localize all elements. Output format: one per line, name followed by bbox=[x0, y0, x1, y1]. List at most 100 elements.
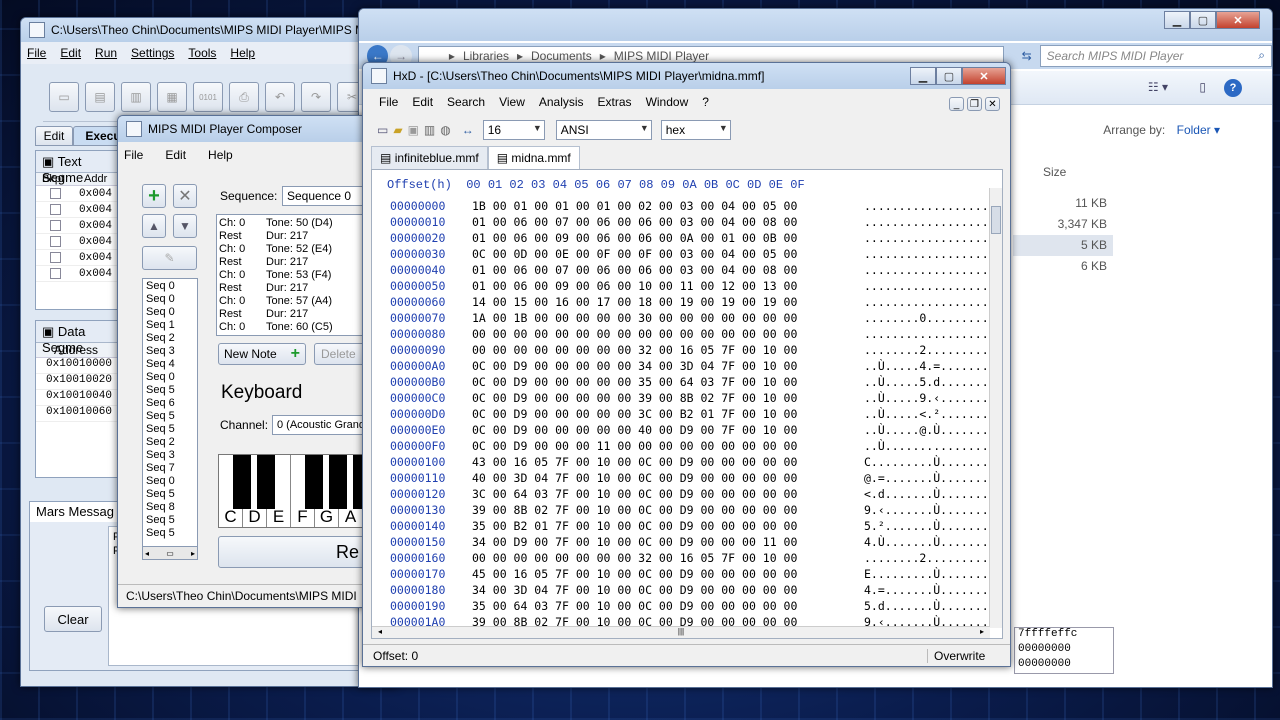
list-item[interactable]: Seq 1 bbox=[146, 319, 194, 332]
list-item[interactable]: Seq 5 bbox=[146, 423, 194, 436]
hxd-menu-help[interactable]: ? bbox=[702, 95, 709, 109]
new-file-icon[interactable]: ▭ bbox=[49, 82, 79, 112]
list-item[interactable]: Seq 7 bbox=[146, 462, 194, 475]
hxd-maximize-icon[interactable]: ▢ bbox=[936, 67, 962, 85]
print-icon[interactable]: ⎙ bbox=[229, 82, 259, 112]
clear-button[interactable]: Clear bbox=[44, 606, 102, 632]
minimize-icon[interactable]: ▁ bbox=[1164, 11, 1190, 29]
ram-icon[interactable]: ▥ bbox=[424, 123, 435, 137]
crumb-mips-midi-player[interactable]: MIPS MIDI Player bbox=[614, 49, 709, 63]
move-up-icon[interactable]: ▲ bbox=[142, 214, 166, 238]
list-item[interactable]: Seq 0 bbox=[146, 475, 194, 488]
charset-select[interactable]: ANSI bbox=[555, 120, 652, 140]
breakpoint-checkbox[interactable] bbox=[50, 220, 61, 231]
save-icon[interactable]: ▦ bbox=[157, 82, 187, 112]
maximize-icon[interactable]: ▢ bbox=[1190, 11, 1216, 29]
list-item[interactable]: Seq 4 bbox=[146, 358, 194, 371]
redo-icon[interactable]: ↷ bbox=[301, 82, 331, 112]
messages-tab[interactable]: Mars Messag bbox=[30, 502, 122, 522]
list-item[interactable]: Ch: 0 Tone: 57 (A4) bbox=[219, 295, 366, 308]
hxd-menu-search[interactable]: Search bbox=[447, 95, 485, 109]
note-list[interactable]: Ch: 0 Tone: 50 (D4) Rest Dur: 217 Ch: 0 Tone:… bbox=[216, 214, 366, 336]
save-icon[interactable]: ▣ bbox=[408, 123, 419, 137]
list-item[interactable]: Rest Dur: 217 bbox=[219, 308, 366, 321]
list-item[interactable]: Rest Dur: 217 bbox=[219, 282, 366, 295]
refresh-icon[interactable]: ⇆ bbox=[1022, 49, 1032, 63]
preview-pane-icon[interactable]: ▯ bbox=[1199, 80, 1206, 94]
composer-menu-file[interactable]: File bbox=[124, 148, 143, 162]
crumb-documents[interactable]: Documents bbox=[531, 49, 592, 63]
mdi-close-icon[interactable]: ✕ bbox=[985, 97, 1000, 111]
hxd-menu-view[interactable]: View bbox=[499, 95, 525, 109]
mars-menu-run[interactable]: Run bbox=[95, 46, 117, 60]
assemble-icon[interactable]: 0101 bbox=[193, 82, 223, 112]
hxd-menu-extras[interactable]: Extras bbox=[598, 95, 632, 109]
piano-black-key[interactable] bbox=[257, 455, 275, 509]
list-item[interactable]: Seq 5 bbox=[146, 514, 194, 527]
new-note-button[interactable]: New Note + bbox=[218, 343, 306, 365]
hxd-minimize-icon[interactable]: ▁ bbox=[910, 67, 936, 85]
mars-menu-help[interactable]: Help bbox=[230, 46, 255, 60]
hxd-menu-window[interactable]: Window bbox=[646, 95, 689, 109]
close-file-icon[interactable]: ▥ bbox=[121, 82, 151, 112]
tab-edit[interactable]: Edit bbox=[35, 126, 73, 146]
size-column-header[interactable]: Size bbox=[1043, 165, 1066, 179]
mdi-minimize-icon[interactable]: _ bbox=[949, 97, 964, 111]
list-item[interactable]: Seq 2 bbox=[146, 332, 194, 345]
list-item[interactable]: Seq 8 bbox=[146, 501, 194, 514]
piano-black-key[interactable] bbox=[329, 455, 347, 509]
help-icon[interactable]: ? bbox=[1224, 79, 1242, 97]
hxd-menu-edit[interactable]: Edit bbox=[412, 95, 433, 109]
hxd-menu-analysis[interactable]: Analysis bbox=[539, 95, 584, 109]
piano-black-key[interactable] bbox=[305, 455, 323, 509]
breakpoint-checkbox[interactable] bbox=[50, 268, 61, 279]
list-item[interactable]: Seq 0 bbox=[146, 293, 194, 306]
hex-editor[interactable]: Offset(h) 00 01 02 03 04 05 06 07 08 09 … bbox=[371, 169, 1003, 639]
mars-menu-edit[interactable]: Edit bbox=[60, 46, 81, 60]
hex-hscroll[interactable]: ◂ ||| ▸ bbox=[372, 626, 990, 638]
list-item[interactable]: Ch: 0 Tone: 60 (C5) bbox=[219, 321, 366, 334]
list-item[interactable]: Rest Dur: 217 bbox=[219, 256, 366, 269]
breakpoint-checkbox[interactable] bbox=[50, 204, 61, 215]
mars-menu-tools[interactable]: Tools bbox=[188, 46, 216, 60]
breakpoint-checkbox[interactable] bbox=[50, 236, 61, 247]
offset-base-select[interactable]: hex bbox=[660, 120, 731, 140]
piano-black-key[interactable] bbox=[233, 455, 251, 509]
list-item[interactable]: Seq 2 bbox=[146, 436, 194, 449]
breakpoint-checkbox[interactable] bbox=[50, 252, 61, 263]
list-item[interactable]: Seq 5 bbox=[146, 488, 194, 501]
sequence-select[interactable]: Sequence 0 bbox=[282, 186, 366, 206]
remove-sequence-icon[interactable]: ✕ bbox=[173, 184, 197, 208]
disk-icon[interactable]: ◍ bbox=[440, 123, 450, 137]
list-item[interactable]: Seq 0 bbox=[146, 306, 194, 319]
list-item[interactable]: Seq 0 bbox=[146, 280, 194, 293]
delete-note-button[interactable]: Delete bbox=[314, 343, 366, 365]
open-file-icon[interactable]: ▤ bbox=[85, 82, 115, 112]
list-item[interactable]: Seq 5 bbox=[146, 384, 194, 397]
edit-pencil-icon[interactable]: ✎ bbox=[142, 246, 197, 270]
arrange-folder-dropdown[interactable]: Folder bbox=[1177, 123, 1211, 137]
list-item[interactable]: Ch: 0 Tone: 52 (E4) bbox=[219, 243, 366, 256]
hex-vscroll[interactable] bbox=[989, 188, 1002, 628]
record-button[interactable]: Re bbox=[218, 536, 366, 568]
list-item[interactable]: Seq 5 bbox=[146, 527, 194, 540]
list-item[interactable]: Seq 0 bbox=[146, 371, 194, 384]
list-item[interactable]: Seq 6 bbox=[146, 397, 194, 410]
undo-icon[interactable]: ↶ bbox=[265, 82, 295, 112]
composer-menu-help[interactable]: Help bbox=[208, 148, 233, 162]
list-item[interactable]: Rest Dur: 217 bbox=[219, 230, 366, 243]
crumb-libraries[interactable]: Libraries bbox=[463, 49, 509, 63]
hxd-close-icon[interactable]: ✕ bbox=[962, 67, 1006, 85]
hxd-menu-file[interactable]: File bbox=[379, 95, 398, 109]
breakpoint-checkbox[interactable] bbox=[50, 188, 61, 199]
move-down-icon[interactable]: ▼ bbox=[173, 214, 197, 238]
new-icon[interactable]: ▭ bbox=[377, 123, 388, 137]
mars-menu-file[interactable]: File bbox=[27, 46, 46, 60]
channel-select[interactable]: 0 (Acoustic Grand bbox=[272, 415, 366, 435]
list-item[interactable]: Ch: 0 Tone: 50 (D4) bbox=[219, 217, 366, 230]
list-item[interactable]: Seq 3 bbox=[146, 345, 194, 358]
list-item[interactable]: Seq 3 bbox=[146, 449, 194, 462]
columns-select[interactable]: 16 bbox=[482, 120, 545, 140]
open-icon[interactable]: ▰ bbox=[393, 123, 402, 137]
close-icon[interactable]: ✕ bbox=[1216, 11, 1260, 29]
